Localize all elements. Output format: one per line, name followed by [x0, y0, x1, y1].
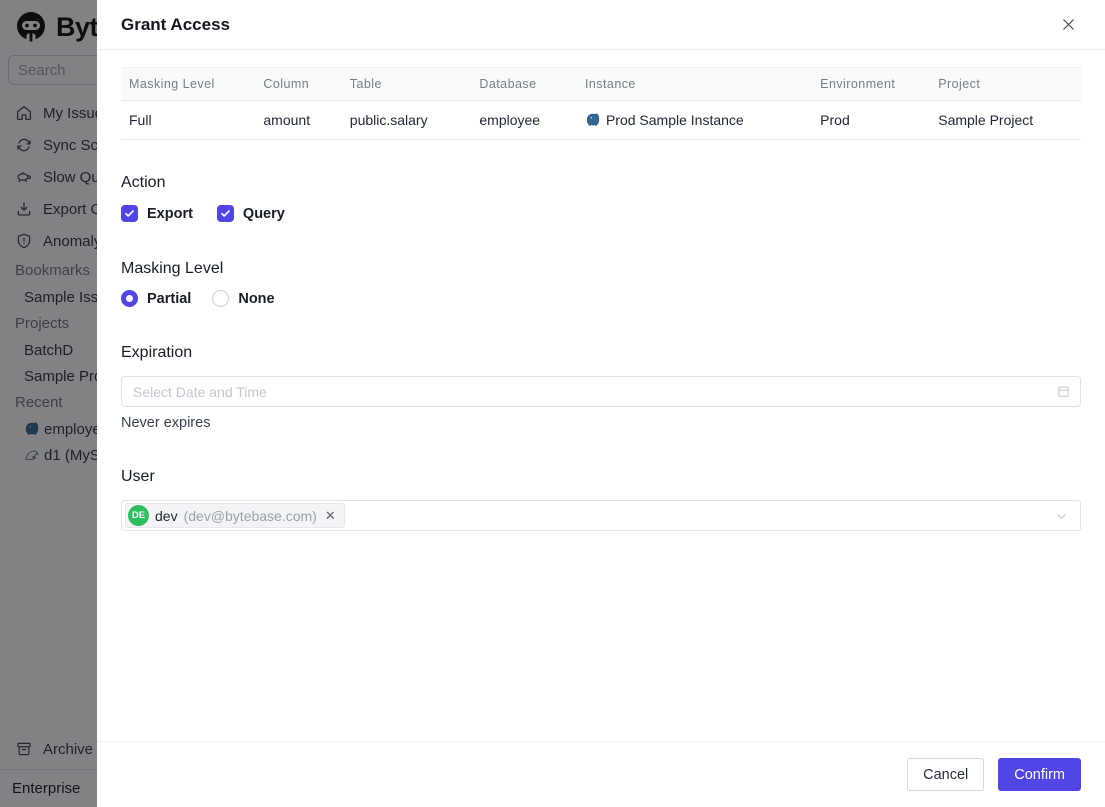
radio-selected-icon[interactable] [121, 290, 138, 307]
col-header-table: Table [341, 67, 472, 101]
query-checkbox-option[interactable]: Query [216, 205, 285, 222]
col-header-column: Column [255, 67, 342, 101]
col-header-instance: Instance [576, 67, 813, 101]
col-header-project: Project [930, 67, 1081, 101]
user-section-label: User [121, 468, 155, 485]
col-header-masking-level: Masking Level [121, 67, 256, 101]
masking-level-section-label: Masking Level [121, 260, 224, 277]
avatar: DE [128, 505, 149, 526]
modal-footer: Cancel Confirm [97, 741, 1105, 807]
table-row: Full amount public.salary employee Prod … [121, 100, 1081, 140]
modal-title: Grant Access [121, 14, 230, 34]
query-checkbox-label: Query [242, 205, 285, 222]
cell-column: amount [255, 100, 342, 140]
cell-database: employee [471, 100, 577, 140]
checkbox-checked-icon[interactable] [121, 205, 138, 222]
cell-instance: Prod Sample Instance [576, 100, 813, 140]
user-name: dev [155, 507, 178, 524]
close-icon[interactable] [1057, 13, 1079, 35]
modal-header: Grant Access [97, 0, 1105, 50]
action-section-label: Action [121, 174, 166, 191]
remove-user-icon[interactable]: ✕ [325, 509, 336, 522]
checkbox-checked-icon[interactable] [216, 205, 234, 222]
none-radio-option[interactable]: None [212, 290, 275, 307]
instance-name: Prod Sample Instance [605, 112, 744, 128]
col-header-database: Database [471, 67, 577, 101]
none-radio-label: None [238, 290, 275, 307]
cancel-button[interactable]: Cancel [907, 758, 985, 791]
cell-environment: Prod [812, 100, 931, 140]
user-tag: DE dev (dev@bytebase.com) ✕ [125, 503, 345, 528]
user-email: (dev@bytebase.com) [183, 507, 317, 524]
postgres-icon [585, 112, 601, 128]
radio-unselected-icon[interactable] [212, 290, 230, 307]
cell-table: public.salary [341, 100, 472, 140]
col-header-environment: Environment [812, 67, 931, 101]
expiration-section-label: Expiration [121, 344, 193, 361]
partial-radio-option[interactable]: Partial [121, 290, 191, 307]
expiration-date-input[interactable] [121, 376, 1081, 407]
modal-dim-overlay[interactable] [0, 0, 97, 807]
cell-masking-level: Full [121, 100, 256, 140]
export-checkbox-label: Export [147, 205, 193, 222]
expiration-hint: Never expires [121, 415, 211, 431]
table-header-row: Masking Level Column Table Database Inst… [121, 67, 1081, 101]
grant-summary-table: Masking Level Column Table Database Inst… [121, 67, 1081, 140]
chevron-down-icon [1054, 509, 1069, 524]
grant-access-modal: Grant Access Masking Level Column Table … [97, 0, 1105, 807]
partial-radio-label: Partial [147, 290, 192, 307]
cell-project: Sample Project [930, 100, 1081, 140]
export-checkbox-option[interactable]: Export [121, 205, 193, 222]
user-select[interactable]: DE dev (dev@bytebase.com) ✕ [121, 500, 1081, 531]
confirm-button[interactable]: Confirm [998, 758, 1081, 791]
